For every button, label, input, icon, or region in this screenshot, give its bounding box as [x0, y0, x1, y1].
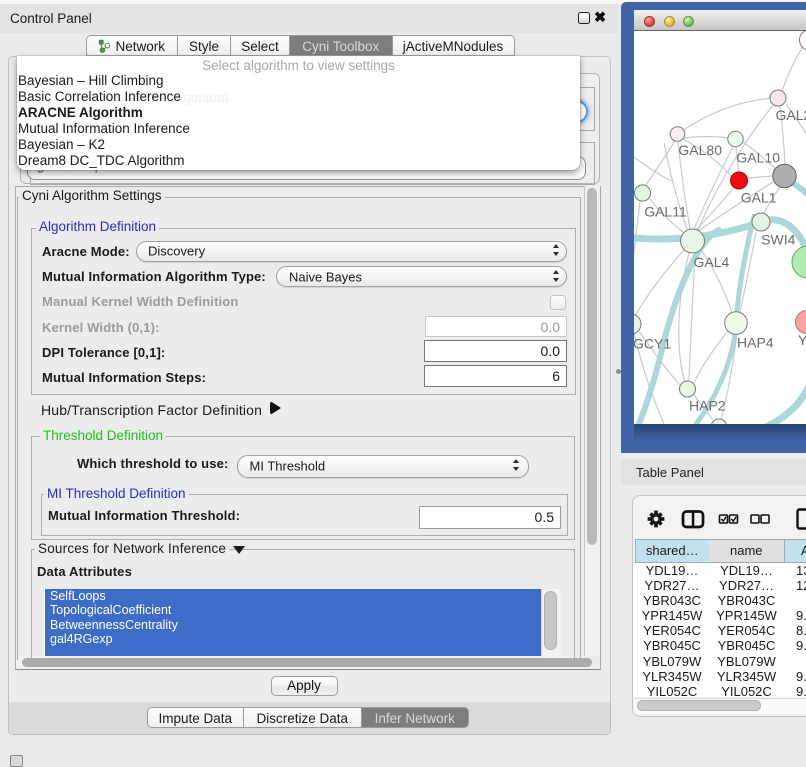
- svg-text:GAL11: GAL11: [644, 204, 687, 220]
- svg-text:GAL1: GAL1: [741, 190, 777, 206]
- svg-text:HAP2: HAP2: [689, 398, 726, 414]
- svg-text:SWI4: SWI4: [761, 232, 795, 248]
- svg-text:Y: Y: [798, 332, 806, 348]
- svg-text:GAL4: GAL4: [694, 254, 730, 270]
- svg-text:GAL10: GAL10: [736, 150, 780, 166]
- svg-text:GCY1: GCY1: [634, 336, 671, 352]
- svg-text:HAP4: HAP4: [737, 335, 774, 351]
- svg-text:GAL2: GAL2: [776, 107, 806, 123]
- svg-text:GAL80: GAL80: [678, 142, 722, 158]
